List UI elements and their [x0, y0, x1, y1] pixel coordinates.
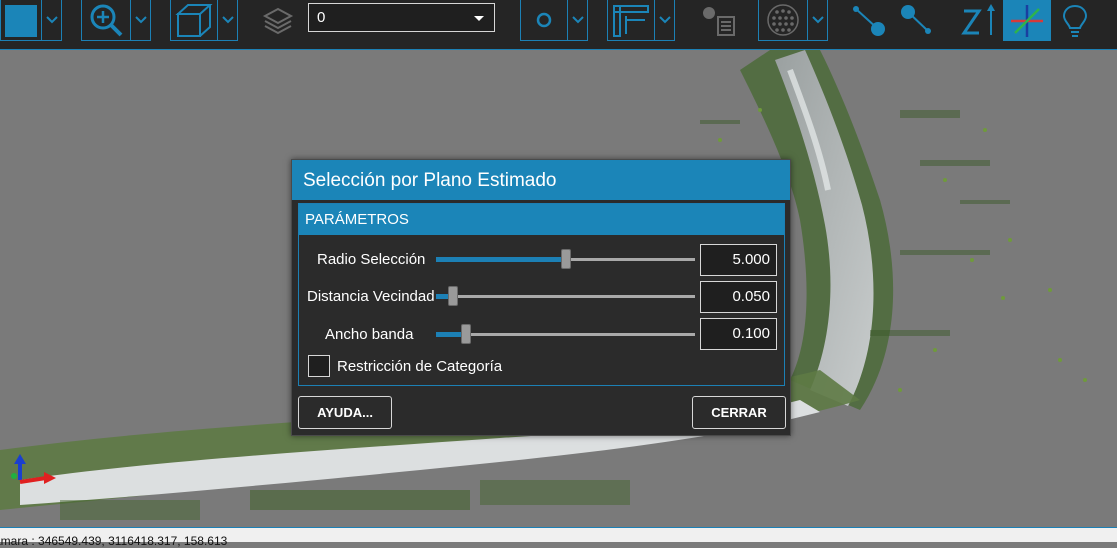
radius-label: Radio Selección [317, 251, 426, 268]
view-dropdown-button[interactable] [217, 0, 237, 40]
select-box-button[interactable] [1, 0, 41, 40]
zoom-tool-group [81, 0, 151, 41]
category-restriction-checkbox[interactable] [308, 355, 330, 377]
measure-ruler-icon [613, 5, 649, 37]
cloud-tool-group [758, 0, 828, 41]
chevron-down-icon [571, 16, 584, 24]
slider-thumb[interactable] [461, 324, 471, 344]
zoom-in-button[interactable] [82, 0, 130, 40]
dialog-title[interactable]: Selección por Plano Estimado [292, 160, 790, 200]
lightbulb-icon [1062, 4, 1088, 37]
select-dropdown-button[interactable] [41, 0, 61, 40]
chevron-down-icon [45, 16, 58, 24]
measure-button[interactable] [608, 0, 654, 40]
neighborhood-distance-slider[interactable] [436, 286, 695, 306]
layer-select[interactable]: 0 [308, 3, 495, 32]
status-bar: ámara : 346549.439, 3116418.317, 158.613 [0, 527, 1117, 547]
cloud-dropdown-button[interactable] [807, 0, 827, 40]
point-tool-group [520, 0, 588, 41]
layer-select-value: 0 [317, 9, 326, 26]
point-table-icon [703, 6, 735, 36]
point-button[interactable] [521, 0, 567, 40]
slider-fill [436, 257, 566, 262]
select-box-icon [5, 5, 37, 37]
point-dropdown-button[interactable] [567, 0, 587, 40]
caret-down-icon [474, 16, 484, 21]
connect-points-button[interactable] [846, 0, 890, 41]
slider-thumb[interactable] [448, 286, 458, 306]
layers-icon [262, 7, 294, 34]
chevron-down-icon [658, 16, 671, 24]
connect-points-2-button[interactable] [894, 0, 938, 41]
select-tool-group [0, 0, 62, 41]
neighborhood-distance-label: Distancia Vecindad [307, 288, 435, 305]
bandwidth-value-field[interactable]: 0.100 [700, 318, 777, 350]
chevron-down-icon [811, 16, 824, 24]
layers-button[interactable] [258, 0, 298, 41]
radius-slider[interactable] [436, 249, 695, 269]
category-restriction-label: Restricción de Categoría [337, 358, 503, 375]
camera-coordinates: ámara : 346549.439, 3116418.317, 158.613 [0, 534, 228, 548]
help-button[interactable]: AYUDA... [298, 396, 392, 429]
lightbulb-button[interactable] [1055, 0, 1095, 41]
view-cube-button[interactable] [171, 0, 217, 40]
chevron-down-icon [134, 16, 147, 24]
bandwidth-label: Ancho banda [325, 326, 414, 343]
point-icon [536, 12, 552, 28]
zoom-in-icon [90, 4, 123, 37]
point-table-button[interactable] [696, 0, 740, 41]
parameters-header: PARÁMETROS [299, 204, 784, 235]
connect-points-icon [853, 5, 885, 36]
view-cube-icon [175, 4, 213, 37]
plane-selection-dialog: Selección por Plano Estimado PARÁMETROS … [291, 159, 791, 436]
radius-value-field[interactable]: 5.000 [700, 244, 777, 276]
point-cloud-button[interactable] [759, 0, 807, 40]
slider-thumb[interactable] [561, 249, 571, 269]
connect-points-2-icon [901, 4, 931, 34]
bandwidth-slider[interactable] [436, 324, 695, 344]
axis-crosshair-icon [1011, 4, 1043, 37]
point-cloud-icon [767, 4, 799, 36]
measure-tool-group [607, 0, 675, 41]
axis-crosshair-button[interactable] [1003, 0, 1051, 41]
slider-track [436, 295, 695, 298]
slider-track [436, 333, 695, 336]
close-button[interactable]: CERRAR [692, 396, 786, 429]
chevron-down-icon [221, 16, 234, 24]
view-tool-group [170, 0, 238, 41]
z-axis-icon [961, 3, 995, 35]
main-toolbar: 0 [0, 0, 1117, 50]
zoom-dropdown-button[interactable] [130, 0, 150, 40]
neighborhood-distance-value-field[interactable]: 0.050 [700, 281, 777, 313]
z-axis-button[interactable] [958, 0, 1000, 41]
measure-dropdown-button[interactable] [654, 0, 674, 40]
